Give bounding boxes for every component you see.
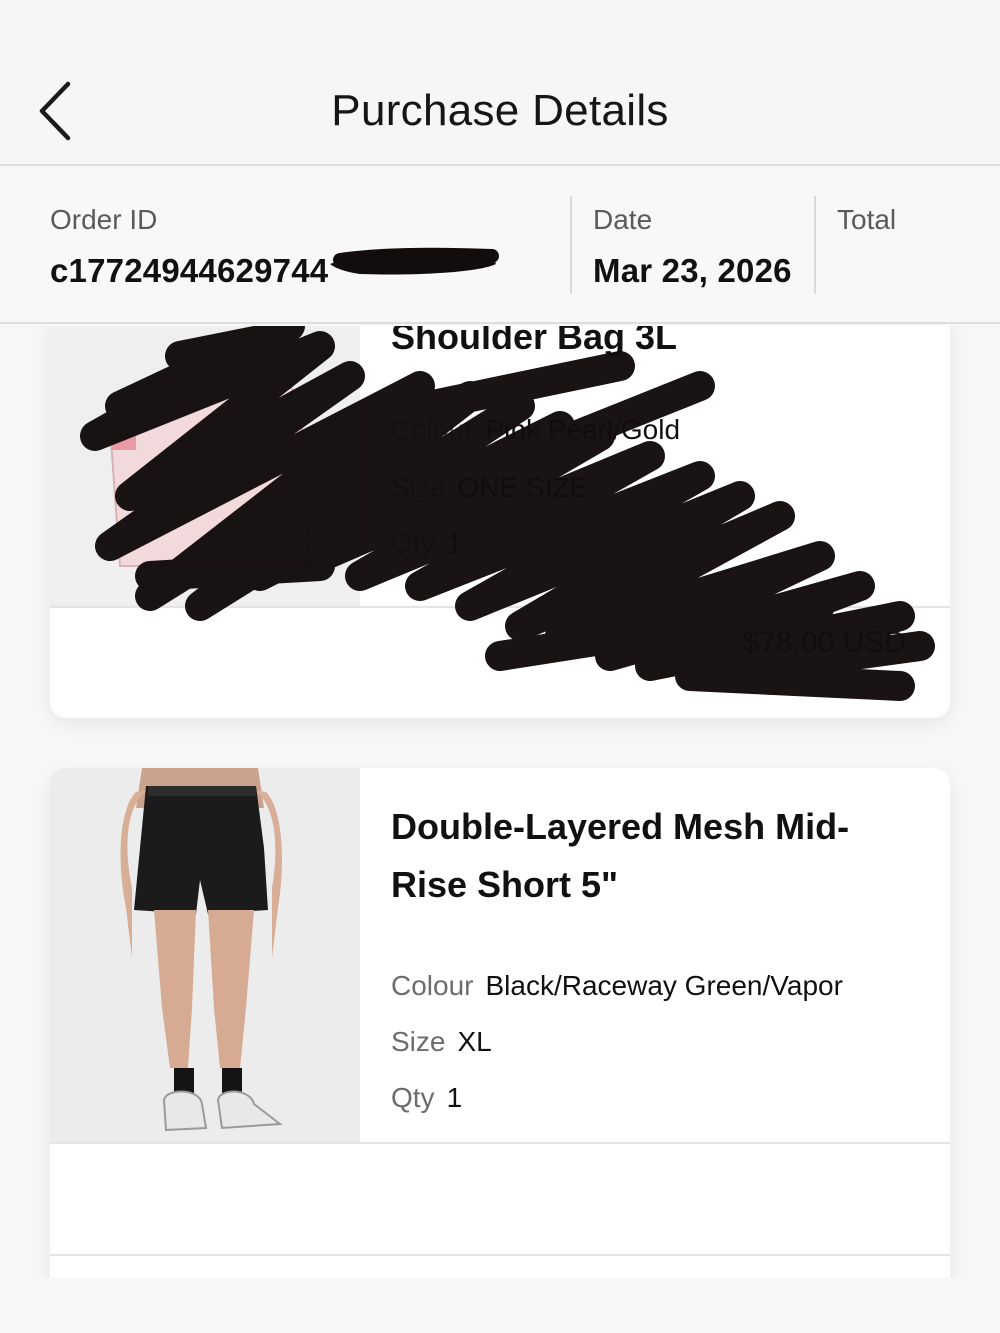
size-label: Size [391,1026,446,1057]
colour-value: Pink Pearl/Gold [485,414,681,445]
item-card[interactable]: Shoulder Bag 3L Colour Pink Pearl/Gold Si… [50,326,950,718]
items-list[interactable]: Shoulder Bag 3L Colour Pink Pearl/Gold Si… [0,326,1000,1278]
size-value: XL [457,1026,492,1057]
qty-value: 1 [446,528,463,559]
size-label: Size [391,472,446,503]
order-id-label: Order ID [50,204,158,235]
item-qty: Qty 1 [391,528,462,560]
order-id-value[interactable]: c17724944629744 [50,252,328,290]
item-details: Double-Layered Mesh Mid-Rise Short 5" Co… [391,768,930,1142]
divider [50,606,950,608]
item-size: Size ONE SIZE [391,472,588,504]
colour-value: Black/Raceway Green/Vapor [485,970,843,1001]
item-name: Double-Layered Mesh Mid-Rise Short 5" [391,806,850,905]
item-qty: Qty 1 [391,1082,462,1114]
divider [814,196,816,294]
item-price: $78.00 USD [742,626,906,659]
page-title: Purchase Details [331,86,669,135]
order-id-block: Order ID c17724944629744 [50,168,560,324]
date-value: Mar 23, 2026 [593,252,792,289]
date-label: Date [593,204,653,235]
order-summary: Order ID c17724944629744 Date Mar 23, 20… [0,168,1000,324]
total-label: Total [837,204,897,235]
divider [50,1142,950,1144]
item-details: Shoulder Bag 3L Colour Pink Pearl/Gold Si… [391,326,930,606]
item-colour: Colour Pink Pearl/Gold [391,414,680,446]
item-size: Size XL [391,1026,492,1058]
top-bar: Purchase Details [0,0,1000,166]
colour-label: Colour [391,414,474,445]
item-name: Shoulder Bag 3L [391,326,678,357]
product-image [50,768,360,1142]
qty-label: Qty [391,1082,435,1113]
size-value: ONE SIZE [457,472,589,503]
qty-value: 1 [446,1082,463,1113]
divider [570,196,572,294]
product-image [50,326,360,606]
date-block: Date Mar 23, 2026 [593,168,808,324]
qty-label: Qty [391,528,435,559]
colour-label: Colour [391,970,474,1001]
item-colour: Colour Black/Raceway Green/Vapor [391,970,843,1002]
divider [50,1254,950,1256]
item-card[interactable]: Double-Layered Mesh Mid-Rise Short 5" Co… [50,768,950,1278]
total-block: Total [837,168,997,324]
